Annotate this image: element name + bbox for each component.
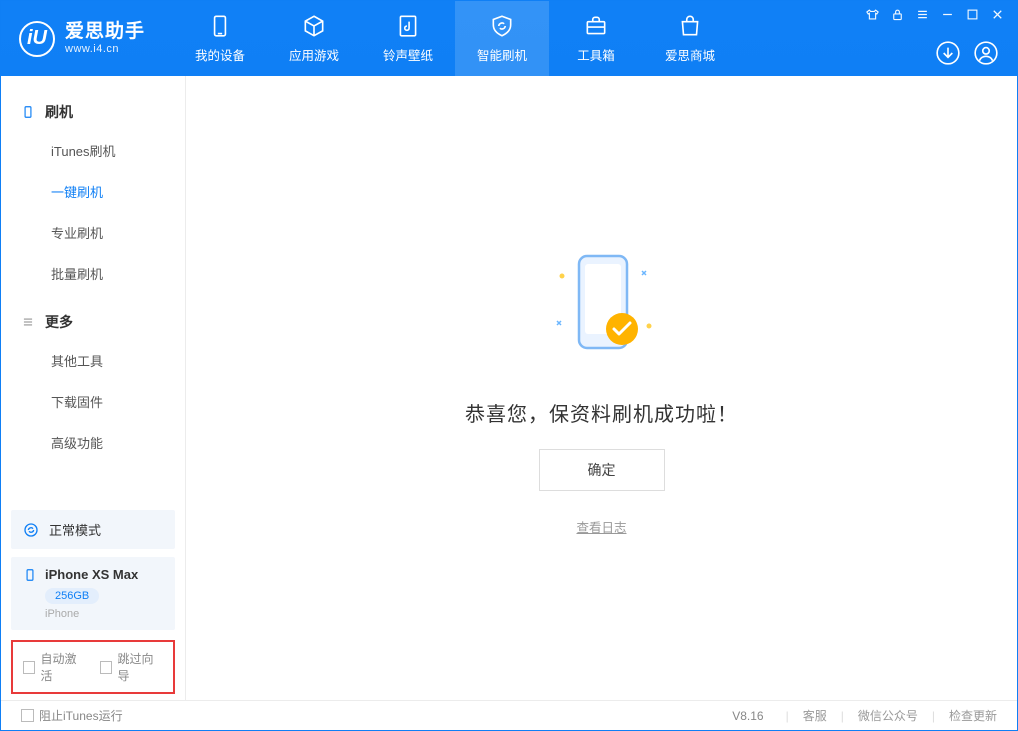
tab-ringtones[interactable]: 铃声壁纸 bbox=[361, 1, 455, 76]
checkbox-block-itunes[interactable]: 阻止iTunes运行 bbox=[21, 707, 123, 724]
logo: iU 爱思助手 www.i4.cn bbox=[1, 21, 163, 57]
phone-icon bbox=[207, 13, 233, 39]
music-file-icon bbox=[395, 13, 421, 39]
logo-icon: iU bbox=[19, 21, 55, 57]
wechat-link[interactable]: 微信公众号 bbox=[858, 707, 918, 724]
device-name: iPhone XS Max bbox=[45, 567, 138, 582]
options-row: 自动激活 跳过向导 bbox=[11, 640, 175, 694]
sidebar-item-itunes[interactable]: iTunes刷机 bbox=[1, 130, 185, 171]
app-name: 爱思助手 bbox=[65, 22, 145, 43]
checkbox-skip-guide[interactable]: 跳过向导 bbox=[100, 650, 163, 684]
menu-icon[interactable] bbox=[915, 7, 930, 22]
sidebar-item-advanced[interactable]: 高级功能 bbox=[1, 422, 185, 463]
device-icon bbox=[21, 105, 35, 119]
toolbox-icon bbox=[583, 13, 609, 39]
device-card[interactable]: iPhone XS Max 256GB iPhone bbox=[11, 557, 175, 630]
sidebar-item-firmware[interactable]: 下载固件 bbox=[1, 381, 185, 422]
cube-icon bbox=[301, 13, 327, 39]
checkbox-auto-activate[interactable]: 自动激活 bbox=[23, 650, 86, 684]
version-label: V8.16 bbox=[732, 709, 763, 723]
download-icon[interactable] bbox=[935, 40, 961, 66]
list-icon bbox=[21, 315, 35, 329]
close-icon[interactable] bbox=[990, 7, 1005, 22]
minimize-icon[interactable] bbox=[940, 7, 955, 22]
sidebar: 刷机 iTunes刷机 一键刷机 专业刷机 批量刷机 更多 其他工具 下载固件 … bbox=[1, 76, 186, 700]
titlebar-controls bbox=[865, 7, 1005, 22]
sidebar-item-onekey[interactable]: 一键刷机 bbox=[1, 171, 185, 212]
sidebar-item-other[interactable]: 其他工具 bbox=[1, 340, 185, 381]
sidebar-group-more: 更多 bbox=[1, 304, 185, 340]
ok-button[interactable]: 确定 bbox=[539, 449, 665, 491]
tab-toolbox[interactable]: 工具箱 bbox=[549, 1, 643, 76]
checkbox-icon bbox=[23, 661, 35, 674]
checkbox-icon bbox=[100, 661, 112, 674]
sidebar-group-flash: 刷机 bbox=[1, 94, 185, 130]
tshirt-icon[interactable] bbox=[865, 7, 880, 22]
success-message: 恭喜您，保资料刷机成功啦！ bbox=[465, 398, 738, 427]
success-illustration bbox=[537, 241, 667, 376]
device-type: iPhone bbox=[45, 608, 163, 620]
bag-icon bbox=[677, 13, 703, 39]
header-actions bbox=[935, 40, 999, 66]
checkbox-icon bbox=[21, 709, 34, 722]
shield-sync-icon bbox=[489, 13, 515, 39]
update-link[interactable]: 检查更新 bbox=[949, 707, 997, 724]
device-panel: 正常模式 iPhone XS Max 256GB iPhone 自动激活 跳过向… bbox=[1, 510, 185, 700]
mode-label: 正常模式 bbox=[49, 520, 101, 539]
maximize-icon[interactable] bbox=[965, 7, 980, 22]
tab-flash[interactable]: 智能刷机 bbox=[455, 1, 549, 76]
app-url: www.i4.cn bbox=[65, 43, 145, 55]
main-content: 恭喜您，保资料刷机成功啦！ 确定 查看日志 bbox=[186, 76, 1017, 700]
user-icon[interactable] bbox=[973, 40, 999, 66]
tab-apps[interactable]: 应用游戏 bbox=[267, 1, 361, 76]
tab-device[interactable]: 我的设备 bbox=[173, 1, 267, 76]
sync-icon bbox=[23, 522, 39, 538]
tab-store[interactable]: 爱思商城 bbox=[643, 1, 737, 76]
body: 刷机 iTunes刷机 一键刷机 专业刷机 批量刷机 更多 其他工具 下载固件 … bbox=[1, 76, 1017, 700]
mode-bar[interactable]: 正常模式 bbox=[11, 510, 175, 549]
header: iU 爱思助手 www.i4.cn 我的设备 应用游戏 铃声壁纸 智能刷机 工具… bbox=[1, 1, 1017, 76]
sidebar-item-pro[interactable]: 专业刷机 bbox=[1, 212, 185, 253]
sidebar-item-batch[interactable]: 批量刷机 bbox=[1, 253, 185, 294]
support-link[interactable]: 客服 bbox=[803, 707, 827, 724]
view-log-link[interactable]: 查看日志 bbox=[576, 517, 626, 536]
nav-tabs: 我的设备 应用游戏 铃声壁纸 智能刷机 工具箱 爱思商城 bbox=[173, 1, 737, 76]
phone-small-icon bbox=[23, 568, 37, 582]
lock-icon[interactable] bbox=[890, 7, 905, 22]
footer: 阻止iTunes运行 V8.16 | 客服 | 微信公众号 | 检查更新 bbox=[1, 700, 1017, 730]
device-storage: 256GB bbox=[45, 588, 99, 604]
